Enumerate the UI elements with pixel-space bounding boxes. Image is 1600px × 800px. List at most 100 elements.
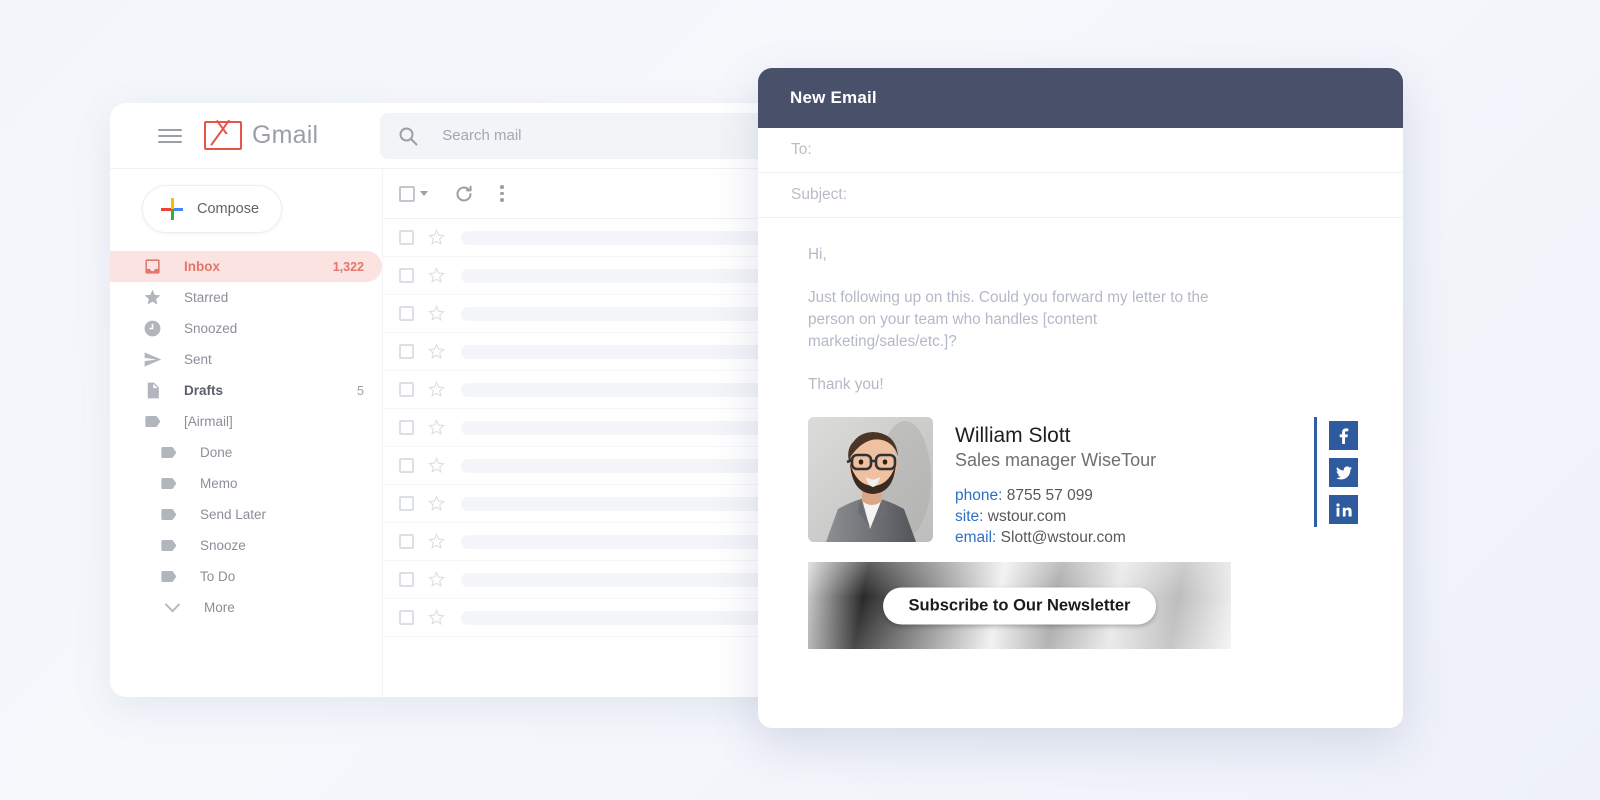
sidebar-item-label: To Do xyxy=(200,569,236,584)
compose-button-label: Compose xyxy=(197,201,260,217)
star-icon[interactable] xyxy=(428,495,445,512)
row-checkbox[interactable] xyxy=(399,496,414,511)
table-row[interactable] xyxy=(383,523,815,561)
sidebar-item-done[interactable]: Done xyxy=(110,437,382,468)
search-bar[interactable] xyxy=(380,112,815,159)
star-icon[interactable] xyxy=(428,267,445,284)
table-row[interactable] xyxy=(383,333,815,371)
draft-icon xyxy=(147,382,159,399)
menu-icon[interactable] xyxy=(158,128,182,143)
subscribe-button[interactable]: Subscribe to Our Newsletter xyxy=(882,587,1157,624)
sidebar-item-memo[interactable]: Memo xyxy=(110,468,382,499)
label-icon xyxy=(158,443,178,463)
label-icon xyxy=(144,415,160,428)
page-title: New Email xyxy=(790,88,877,107)
table-row[interactable] xyxy=(383,447,815,485)
body-greeting: Hi, xyxy=(808,246,827,263)
signature-contact-line: email: Slott@wstour.com xyxy=(955,527,1314,548)
gmail-sidebar: Compose Inbox 1,322 Starred Snoozed Sent Draf… xyxy=(110,169,382,697)
subject-field-row[interactable]: Subject: xyxy=(758,173,1403,218)
label-icon xyxy=(160,508,176,521)
row-checkbox[interactable] xyxy=(399,344,414,359)
twitter-icon[interactable] xyxy=(1329,458,1358,487)
newsletter-banner: Subscribe to Our Newsletter xyxy=(808,562,1231,649)
row-checkbox[interactable] xyxy=(399,382,414,397)
signature-contacts: phone: 8755 57 099 site: wstour.com email:… xyxy=(955,485,1314,548)
sidebar-item-label: Starred xyxy=(184,290,229,305)
star-icon[interactable] xyxy=(428,381,445,398)
signature-contact-value: Slott@wstour.com xyxy=(1000,529,1126,546)
facebook-icon[interactable] xyxy=(1329,421,1358,450)
sidebar-item-sent[interactable]: Sent xyxy=(110,344,382,375)
row-checkbox[interactable] xyxy=(399,572,414,587)
star-icon[interactable] xyxy=(428,457,445,474)
signature-top: William Slott Sales manager WiseTour pho… xyxy=(808,417,1370,548)
compose-button[interactable]: Compose xyxy=(142,185,282,233)
sidebar-item-to-do[interactable]: To Do xyxy=(110,561,382,592)
send-icon xyxy=(144,352,161,367)
send-icon xyxy=(142,350,162,370)
signature-contact-value: 8755 57 099 xyxy=(1006,487,1093,504)
row-checkbox[interactable] xyxy=(399,610,414,625)
table-row[interactable] xyxy=(383,371,815,409)
table-row[interactable] xyxy=(383,409,815,447)
star-icon[interactable] xyxy=(428,533,445,550)
label-icon xyxy=(160,477,176,490)
sidebar-item-snooze[interactable]: Snooze xyxy=(110,530,382,561)
star-icon[interactable] xyxy=(428,571,445,588)
sidebar-item-starred[interactable]: Starred xyxy=(110,282,382,313)
sidebar-item-label: Done xyxy=(200,445,233,460)
star-icon[interactable] xyxy=(428,343,445,360)
email-signature: William Slott Sales manager WiseTour pho… xyxy=(808,417,1370,649)
table-row[interactable] xyxy=(383,295,815,333)
select-all-checkbox[interactable] xyxy=(399,185,415,202)
table-row[interactable] xyxy=(383,257,815,295)
row-checkbox[interactable] xyxy=(399,306,414,321)
sidebar-item-airmail[interactable]: [Airmail] xyxy=(110,406,382,437)
refresh-icon[interactable] xyxy=(454,184,474,204)
search-icon xyxy=(399,127,418,145)
sidebar-item-count: 5 xyxy=(357,383,364,398)
sidebar-item-more[interactable]: More xyxy=(110,592,382,623)
gmail-content: Compose Inbox 1,322 Starred Snoozed Sent Draf… xyxy=(110,169,815,697)
label-icon xyxy=(158,567,178,587)
sidebar-item-send-later[interactable]: Send Later xyxy=(110,499,382,530)
sidebar-item-label: Send Later xyxy=(200,507,267,522)
signature-contact-key: site: xyxy=(955,508,984,525)
gmail-top-bar: Gmail xyxy=(110,103,815,169)
signature-contact-line: site: wstour.com xyxy=(955,506,1314,527)
mail-list-pane xyxy=(382,169,815,697)
star-icon[interactable] xyxy=(428,305,445,322)
table-row[interactable] xyxy=(383,561,815,599)
email-body[interactable]: Hi, Just following up on this. Could you… xyxy=(758,218,1403,649)
star-icon[interactable] xyxy=(428,419,445,436)
linkedin-icon[interactable] xyxy=(1329,495,1358,524)
sidebar-item-label: Sent xyxy=(184,352,212,367)
body-paragraph: Just following up on this. Could you for… xyxy=(808,289,1209,350)
gmail-m-icon xyxy=(204,121,242,150)
row-checkbox[interactable] xyxy=(399,458,414,473)
table-row[interactable] xyxy=(383,599,815,637)
table-row[interactable] xyxy=(383,219,815,257)
sidebar-item-inbox[interactable]: Inbox 1,322 xyxy=(110,251,382,282)
sidebar-item-label: Snoozed xyxy=(184,321,238,336)
more-vertical-icon[interactable] xyxy=(500,185,504,202)
to-field-row[interactable]: To: xyxy=(758,128,1403,173)
sidebar-item-label: Snooze xyxy=(200,538,246,553)
star-icon xyxy=(142,288,162,308)
star-icon[interactable] xyxy=(428,229,445,246)
draft-icon xyxy=(142,381,162,401)
row-checkbox[interactable] xyxy=(399,268,414,283)
table-row[interactable] xyxy=(383,485,815,523)
row-checkbox[interactable] xyxy=(399,420,414,435)
star-icon[interactable] xyxy=(428,609,445,626)
row-checkbox[interactable] xyxy=(399,534,414,549)
label-icon xyxy=(158,474,178,494)
sidebar-item-drafts[interactable]: Drafts 5 xyxy=(110,375,382,406)
row-checkbox[interactable] xyxy=(399,230,414,245)
sidebar-item-snoozed[interactable]: Snoozed xyxy=(110,313,382,344)
caret-down-icon[interactable] xyxy=(420,191,428,196)
inbox-icon xyxy=(142,257,162,277)
sidebar-item-count: 1,322 xyxy=(332,259,364,274)
signature-contact-value: wstour.com xyxy=(987,508,1067,525)
